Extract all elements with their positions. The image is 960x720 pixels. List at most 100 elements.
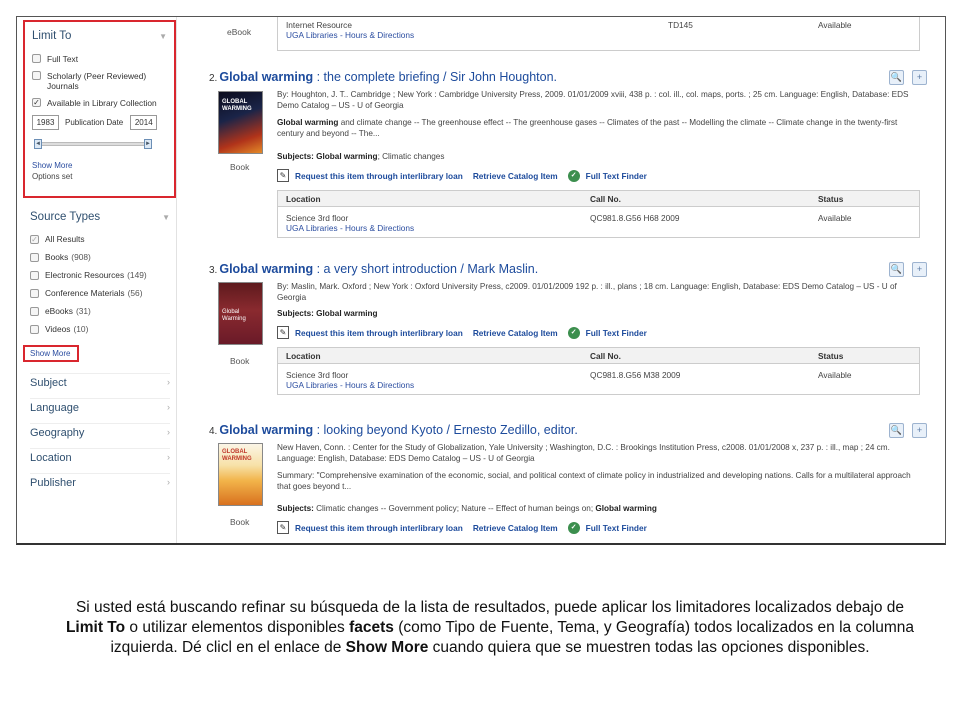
subject-keyword[interactable]: Global warming: [316, 152, 377, 161]
preview-magnifier-icon[interactable]: 🔍: [889, 423, 904, 438]
retrieve-catalog-link[interactable]: Retrieve Catalog Item: [473, 328, 558, 338]
chevron-right-icon: ›: [167, 477, 170, 487]
caption-limit-to: Limit To: [65, 619, 126, 636]
holdings-header-location: Location: [286, 350, 321, 361]
date-to-input[interactable]: 2014: [130, 115, 158, 130]
preview-magnifier-icon[interactable]: 🔍: [889, 262, 904, 277]
facet-subject[interactable]: Subject ›: [30, 373, 170, 389]
result-title-link[interactable]: 2. Global warming : the complete briefing…: [209, 70, 557, 84]
hours-directions-link[interactable]: UGA Libraries - Hours & Directions: [278, 380, 919, 390]
facet-publisher[interactable]: Publisher ›: [30, 473, 170, 489]
result-item: 2. Global warming : the complete briefing…: [187, 67, 927, 247]
source-type-videos[interactable]: Videos (10): [30, 324, 170, 334]
subject-keyword[interactable]: Global warming: [595, 504, 656, 513]
checkbox-checked[interactable]: [32, 98, 41, 107]
chevron-down-icon[interactable]: ▼: [162, 213, 170, 222]
facet-location[interactable]: Location ›: [30, 448, 170, 464]
hours-directions-link[interactable]: UGA Libraries - Hours & Directions: [278, 30, 919, 40]
full-text-finder-icon[interactable]: ✓: [567, 521, 580, 534]
holdings-table: Internet Resource TD145 Available UGA Li…: [277, 17, 920, 51]
source-type-count: (31): [75, 306, 91, 316]
holdings-row: Science 3rd floor QC981.8.G56 H68 2009 A…: [278, 207, 919, 223]
facet-geography[interactable]: Geography ›: [30, 423, 170, 439]
holdings-location: Science 3rd floor: [286, 213, 349, 223]
date-from-input[interactable]: 1983: [32, 115, 59, 130]
checkbox-checked[interactable]: [30, 234, 39, 244]
checkbox[interactable]: [32, 54, 41, 63]
source-type-books[interactable]: Books (908): [30, 252, 170, 262]
holdings-header: Location Call No. Status: [278, 191, 919, 207]
request-ill-link[interactable]: Request this item through interlibrary l…: [295, 328, 463, 338]
result-title-link[interactable]: 3. Global warming : a very short introduc…: [209, 262, 538, 276]
result-actions: ✎ Request this item through interlibrary…: [277, 169, 657, 182]
full-text-finder-link[interactable]: Full Text Finder: [586, 523, 647, 533]
slider-handle-right[interactable]: ►: [144, 139, 152, 149]
instruction-caption: Si usted está buscando refinar su búsque…: [60, 598, 920, 658]
full-text-finder-link[interactable]: Full Text Finder: [586, 171, 647, 181]
checkbox[interactable]: [32, 71, 41, 80]
slider-handle-left[interactable]: ◄: [34, 139, 42, 149]
chevron-down-icon[interactable]: ▼: [159, 32, 167, 41]
source-type-conference[interactable]: Conference Materials (56): [30, 288, 170, 298]
interlibrary-loan-icon[interactable]: ✎: [277, 521, 289, 534]
source-types-show-more-link[interactable]: Show More: [23, 345, 79, 362]
caption-facets: facets: [349, 619, 394, 636]
source-type-label: All Results: [45, 234, 85, 244]
preview-magnifier-icon[interactable]: 🔍: [889, 70, 904, 85]
source-types-header[interactable]: Source Types ▼: [30, 207, 170, 227]
checkbox[interactable]: [30, 270, 39, 280]
request-ill-link[interactable]: Request this item through interlibrary l…: [295, 523, 463, 533]
title-keyword: Global warming: [219, 70, 314, 84]
subjects-rest[interactable]: ; Climatic changes: [378, 152, 445, 161]
source-type-label: Videos: [45, 324, 71, 334]
book-cover-image[interactable]: GLOBAL WARMING: [218, 443, 263, 506]
limit-to-show-more-link[interactable]: Show More: [32, 161, 167, 170]
checkbox[interactable]: [30, 306, 39, 316]
request-ill-link[interactable]: Request this item through interlibrary l…: [295, 171, 463, 181]
limit-to-header[interactable]: Limit To ▼: [32, 26, 167, 46]
source-type-all[interactable]: All Results: [30, 234, 170, 244]
interlibrary-loan-icon[interactable]: ✎: [277, 326, 289, 339]
caption-text: cuando quiera que se muestren todas las …: [428, 639, 870, 656]
subjects-label: Subjects:: [277, 504, 314, 513]
book-cover-image[interactable]: Global Warming: [218, 282, 263, 345]
result-subjects: Subjects: Climatic changes -- Government…: [277, 503, 917, 514]
result-summary: Summary: "Comprehensive examination of t…: [277, 470, 917, 492]
source-types-panel: Source Types ▼ All Results Books (908) E…: [30, 207, 170, 342]
facet-language[interactable]: Language ›: [30, 398, 170, 414]
result-tools: 🔍 +: [881, 70, 927, 85]
result-item: 3. Global warming : a very short introduc…: [187, 262, 927, 412]
subject-keyword[interactable]: Global warming: [316, 309, 377, 318]
holdings-header-status: Status: [818, 193, 844, 204]
interlibrary-loan-icon[interactable]: ✎: [277, 169, 289, 182]
full-text-finder-link[interactable]: Full Text Finder: [586, 328, 647, 338]
full-text-finder-icon[interactable]: ✓: [567, 169, 580, 182]
limiter-available[interactable]: Available in Library Collection: [32, 98, 167, 108]
options-set-link[interactable]: Options set: [32, 172, 167, 181]
result-title-link[interactable]: 4. Global warming : looking beyond Kyoto …: [209, 423, 578, 437]
add-to-folder-icon[interactable]: +: [912, 423, 927, 438]
limiter-full-text[interactable]: Full Text: [32, 54, 167, 64]
source-type-label: Electronic Resources: [45, 270, 125, 280]
holdings-call-no: QC981.8.G56 M38 2009: [590, 370, 681, 380]
publication-date-row: 1983 Publication Date 2014: [32, 115, 167, 130]
checkbox[interactable]: [30, 324, 39, 334]
source-type-electronic[interactable]: Electronic Resources (149): [30, 270, 170, 280]
add-to-folder-icon[interactable]: +: [912, 262, 927, 277]
limit-to-panel: Limit To ▼ Full Text Scholarly (Peer Rev…: [23, 20, 176, 198]
source-type-ebooks[interactable]: eBooks (31): [30, 306, 170, 316]
date-range-slider[interactable]: ◄ ►: [34, 139, 152, 149]
add-to-folder-icon[interactable]: +: [912, 70, 927, 85]
retrieve-catalog-link[interactable]: Retrieve Catalog Item: [473, 523, 558, 533]
summary-text: Summary: "Comprehensive examination of t…: [277, 471, 911, 491]
checkbox[interactable]: [30, 288, 39, 298]
full-text-finder-icon[interactable]: ✓: [567, 326, 580, 339]
hours-directions-link[interactable]: UGA Libraries - Hours & Directions: [278, 223, 919, 233]
limiter-scholarly[interactable]: Scholarly (Peer Reviewed) Journals: [32, 71, 167, 91]
retrieve-catalog-link[interactable]: Retrieve Catalog Item: [473, 171, 558, 181]
result-bibliographic-info: By: Maslin, Mark. Oxford ; New York : Ox…: [277, 282, 897, 302]
subjects-rest[interactable]: Climatic changes -- Government policy; N…: [316, 504, 593, 513]
checkbox[interactable]: [30, 252, 39, 262]
title-rest: : the complete briefing / Sir John Hough…: [313, 70, 557, 84]
book-cover-image[interactable]: GLOBAL WARMING: [218, 91, 263, 154]
